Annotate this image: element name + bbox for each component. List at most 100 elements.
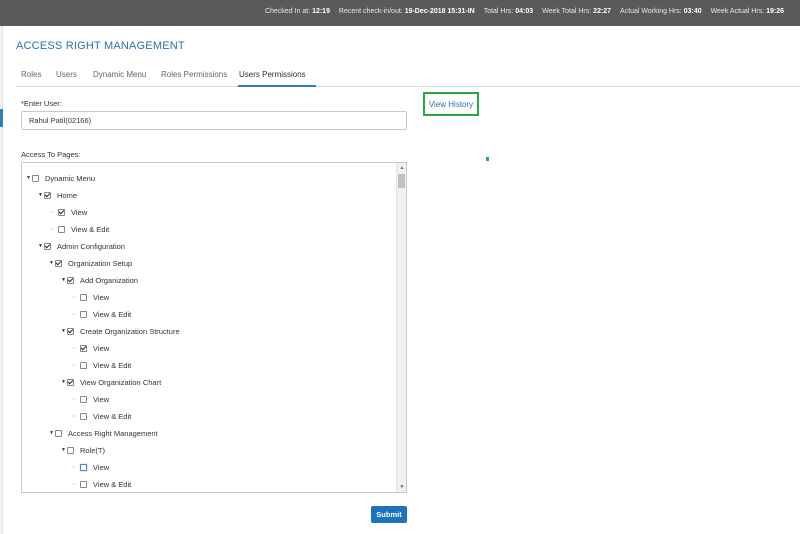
tree-item-checkbox[interactable] [80,361,87,369]
expand-arrow-icon[interactable]: ▼ [60,379,67,385]
tree-item: ┈ View [72,342,109,354]
tree-item: ┈ View [72,393,109,405]
expand-arrow-icon[interactable]: ▼ [60,447,67,453]
tree-item: ┈ View & Edit [72,308,131,320]
tree-item-checkbox[interactable] [80,463,87,471]
tree-item: ┈ View [50,206,87,218]
scroll-down-icon[interactable]: ▼ [397,482,406,492]
tree-item-checkbox[interactable] [44,191,51,199]
tab-users[interactable]: Users [56,70,77,79]
tree-connector-icon: ┈ [50,226,54,233]
tree-item-label: View & Edit [93,411,132,421]
week-actual-hrs-value: 19:26 [766,8,784,15]
access-to-pages-label: Access To Pages: [21,150,81,159]
tab-users-permissions[interactable]: Users Permissions [239,70,306,79]
scroll-thumb[interactable] [398,174,405,188]
submit-button[interactable]: Submit [371,506,407,523]
actual-working-hrs-label: Actual Working Hrs: [620,8,682,15]
tree-item-checkbox[interactable] [32,174,39,182]
tree-item-checkbox[interactable] [58,225,65,233]
tree-item-checkbox[interactable] [80,310,87,318]
tab-bar: Roles Users Dynamic Menu Roles Permissio… [16,66,800,87]
total-hrs-value: 04:03 [515,8,534,15]
sidebar-active-indicator[interactable] [0,109,3,127]
tree-item: ┈ View & Edit [50,223,109,235]
tree-item-checkbox[interactable] [58,208,65,216]
tree-item: ▼ Admin Configuration [37,240,125,252]
tree-item: ▼ View Organization Chart [60,376,161,388]
tree-scrollbar[interactable]: ▲ ▼ [396,163,406,492]
attendance-stats: Checked In at: 12:19 Recent check-in/out… [258,8,784,15]
expand-arrow-icon[interactable]: ▼ [48,430,55,436]
tree-connector-icon: ┈ [72,345,76,352]
tree-item-label: View & Edit [93,479,132,489]
tree-connector-icon: ┈ [50,209,54,216]
expand-arrow-icon[interactable]: ▼ [37,192,44,198]
tree-item-label: View [93,394,110,404]
active-tab-indicator [238,85,316,87]
tree-connector-icon: ┈ [72,396,76,403]
tab-roles[interactable]: Roles [21,70,41,79]
tree-item-label: View [71,207,88,217]
expand-arrow-icon[interactable]: ▼ [48,260,55,266]
tree-item-checkbox[interactable] [80,480,87,488]
tree-item-label: Dynamic Menu [45,173,96,183]
week-total-hrs-value: 22:27 [593,8,612,15]
recent-checkin-label: Recent check-in/out: [338,8,403,15]
tree-item-label: View Organization Chart [80,377,162,387]
week-actual-hrs-label: Week Actual Hrs: [710,8,765,15]
tree-item-checkbox[interactable] [55,259,62,267]
tree-item: ┈ View [72,461,109,473]
tree-item: ┈ View & Edit [72,359,131,371]
tree-item: ▼ Organization Setup [48,257,132,269]
tree-item-label: View & Edit [93,309,132,319]
tree-connector-icon: ┈ [72,362,76,369]
view-history-button[interactable]: View History [423,92,479,116]
tab-roles-permissions[interactable]: Roles Permissions [161,70,227,79]
tree-item-label: View [93,343,110,353]
tree-item-label: Create Organization Structure [80,326,180,336]
tree-item-label: View [93,292,110,302]
week-total-hrs-label: Week Total Hrs: [542,8,592,15]
tree-connector-icon: ┈ [72,294,76,301]
tree-item-checkbox[interactable] [80,412,87,420]
tree-item-checkbox[interactable] [80,344,87,352]
checked-in-value: 12:19 [312,8,330,15]
tree-item-label: Role(T) [80,445,106,455]
expand-arrow-icon[interactable]: ▼ [37,243,44,249]
tree-item: ┈ View & Edit [72,478,131,490]
tree-item-checkbox[interactable] [67,378,74,386]
tree-item: ┈ View [72,291,109,303]
scroll-up-icon[interactable]: ▲ [397,163,406,173]
recent-checkin-value: 19-Dec-2018 15:31-IN [404,8,475,15]
tree-item-checkbox[interactable] [67,276,74,284]
user-input[interactable] [21,111,407,130]
expand-arrow-icon[interactable]: ▼ [60,328,67,334]
tree-connector-icon: ┈ [72,464,76,471]
tree-item: ▼ Role(T) [60,444,105,456]
tree-item-label: View & Edit [71,224,110,234]
tree-item-checkbox[interactable] [67,327,74,335]
expand-arrow-icon[interactable]: ▼ [25,175,32,181]
tree-item: ▼ Dynamic Menu [25,172,95,184]
tree-item-checkbox[interactable] [80,395,87,403]
checked-in-label: Checked In at: [264,8,311,15]
tree-connector-icon: ┈ [72,413,76,420]
tree-item-label: Add Organization [80,275,138,285]
tree-item: ▼ Add Organization [60,274,138,286]
status-dot [486,157,489,161]
expand-arrow-icon[interactable]: ▼ [60,277,67,283]
tree-item-label: View [93,462,110,472]
tree-item-checkbox[interactable] [44,242,51,250]
tree-item-label: View & Edit [93,360,132,370]
tree-item-checkbox[interactable] [80,293,87,301]
tree-item-label: Admin Configuration [57,241,125,251]
enter-user-label: *Enter User: [21,99,62,108]
tree-connector-icon: ┈ [72,311,76,318]
tree-connector-icon: ┈ [72,481,76,488]
tree-item-checkbox[interactable] [55,429,62,437]
tab-dynamic-menu[interactable]: Dynamic Menu [93,70,146,79]
access-tree: ▼ Dynamic Menu ▼ Home ┈ View ┈ View & Edit ▼ Admi… [21,162,407,493]
sidebar-strip [0,26,3,534]
tree-item-checkbox[interactable] [67,446,74,454]
